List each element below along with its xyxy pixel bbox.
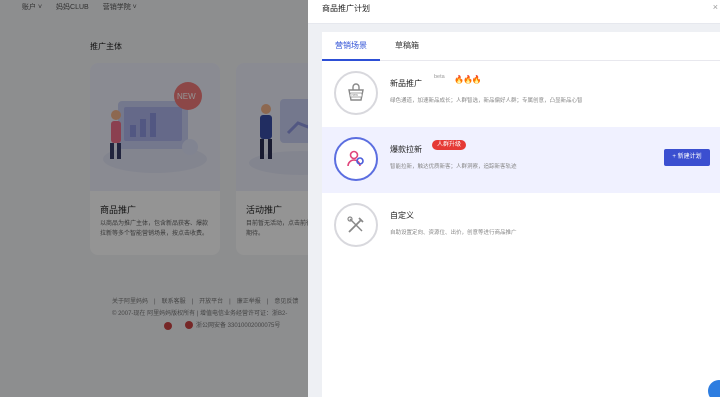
scene-description: 智能拉新，触达优质新客；人群洞察，追踪新客轨迹 (390, 164, 517, 170)
drawer-header: 商品推广计划 × (308, 0, 720, 24)
scene-name: 自定义 (390, 211, 414, 220)
promotion-plan-drawer: 商品推广计划 × 营销场景 草稿箱 new 新品推广 beta 🔥🔥🔥 绿色通道… (308, 0, 720, 397)
scene-description: 绿色通道，加速新品成长；人群智选，新品偏好人群；专属创意，凸显新品心智 (390, 98, 583, 104)
tab-marketing-scene[interactable]: 营销场景 (335, 40, 367, 51)
scene-new-product[interactable]: new 新品推广 beta 🔥🔥🔥 绿色通道，加速新品成长；人群智选，新品偏好人… (322, 61, 720, 127)
tools-icon (334, 203, 378, 247)
watermark: 知乎 @淘宝人远航 (527, 359, 681, 379)
tab-drafts[interactable]: 草稿箱 (395, 40, 419, 51)
new-plan-button[interactable]: + 新建计划 (664, 149, 710, 166)
scene-name: 爆款拉新 (390, 145, 422, 154)
scene-name: 新品推广 (390, 79, 422, 88)
scene-panel: 营销场景 草稿箱 new 新品推广 beta 🔥🔥🔥 绿色通道，加速新品成长；人… (322, 32, 720, 397)
scene-custom[interactable]: 自定义 自助设置定向、资源位、出价，创意等进行商品推广 (322, 193, 720, 259)
new-bag-icon: new (334, 71, 378, 115)
beta-label: beta (434, 74, 445, 80)
svg-text:new: new (352, 93, 359, 97)
crowd-upgrade-badge: 人群升级 (432, 140, 467, 150)
scene-hot-sale-acquisition[interactable]: 爆款拉新 人群升级 智能拉新，触达优质新客；人群洞察，追踪新客轨迹 + 新建计划 (322, 127, 720, 193)
people-icon (334, 137, 378, 181)
tab-bar: 营销场景 草稿箱 (322, 32, 720, 61)
drawer-title: 商品推广计划 (322, 4, 370, 13)
scene-description: 自助设置定向、资源位、出价，创意等进行商品推广 (390, 230, 517, 236)
close-icon[interactable]: × (713, 2, 718, 12)
fire-icon: 🔥🔥🔥 (454, 75, 482, 84)
